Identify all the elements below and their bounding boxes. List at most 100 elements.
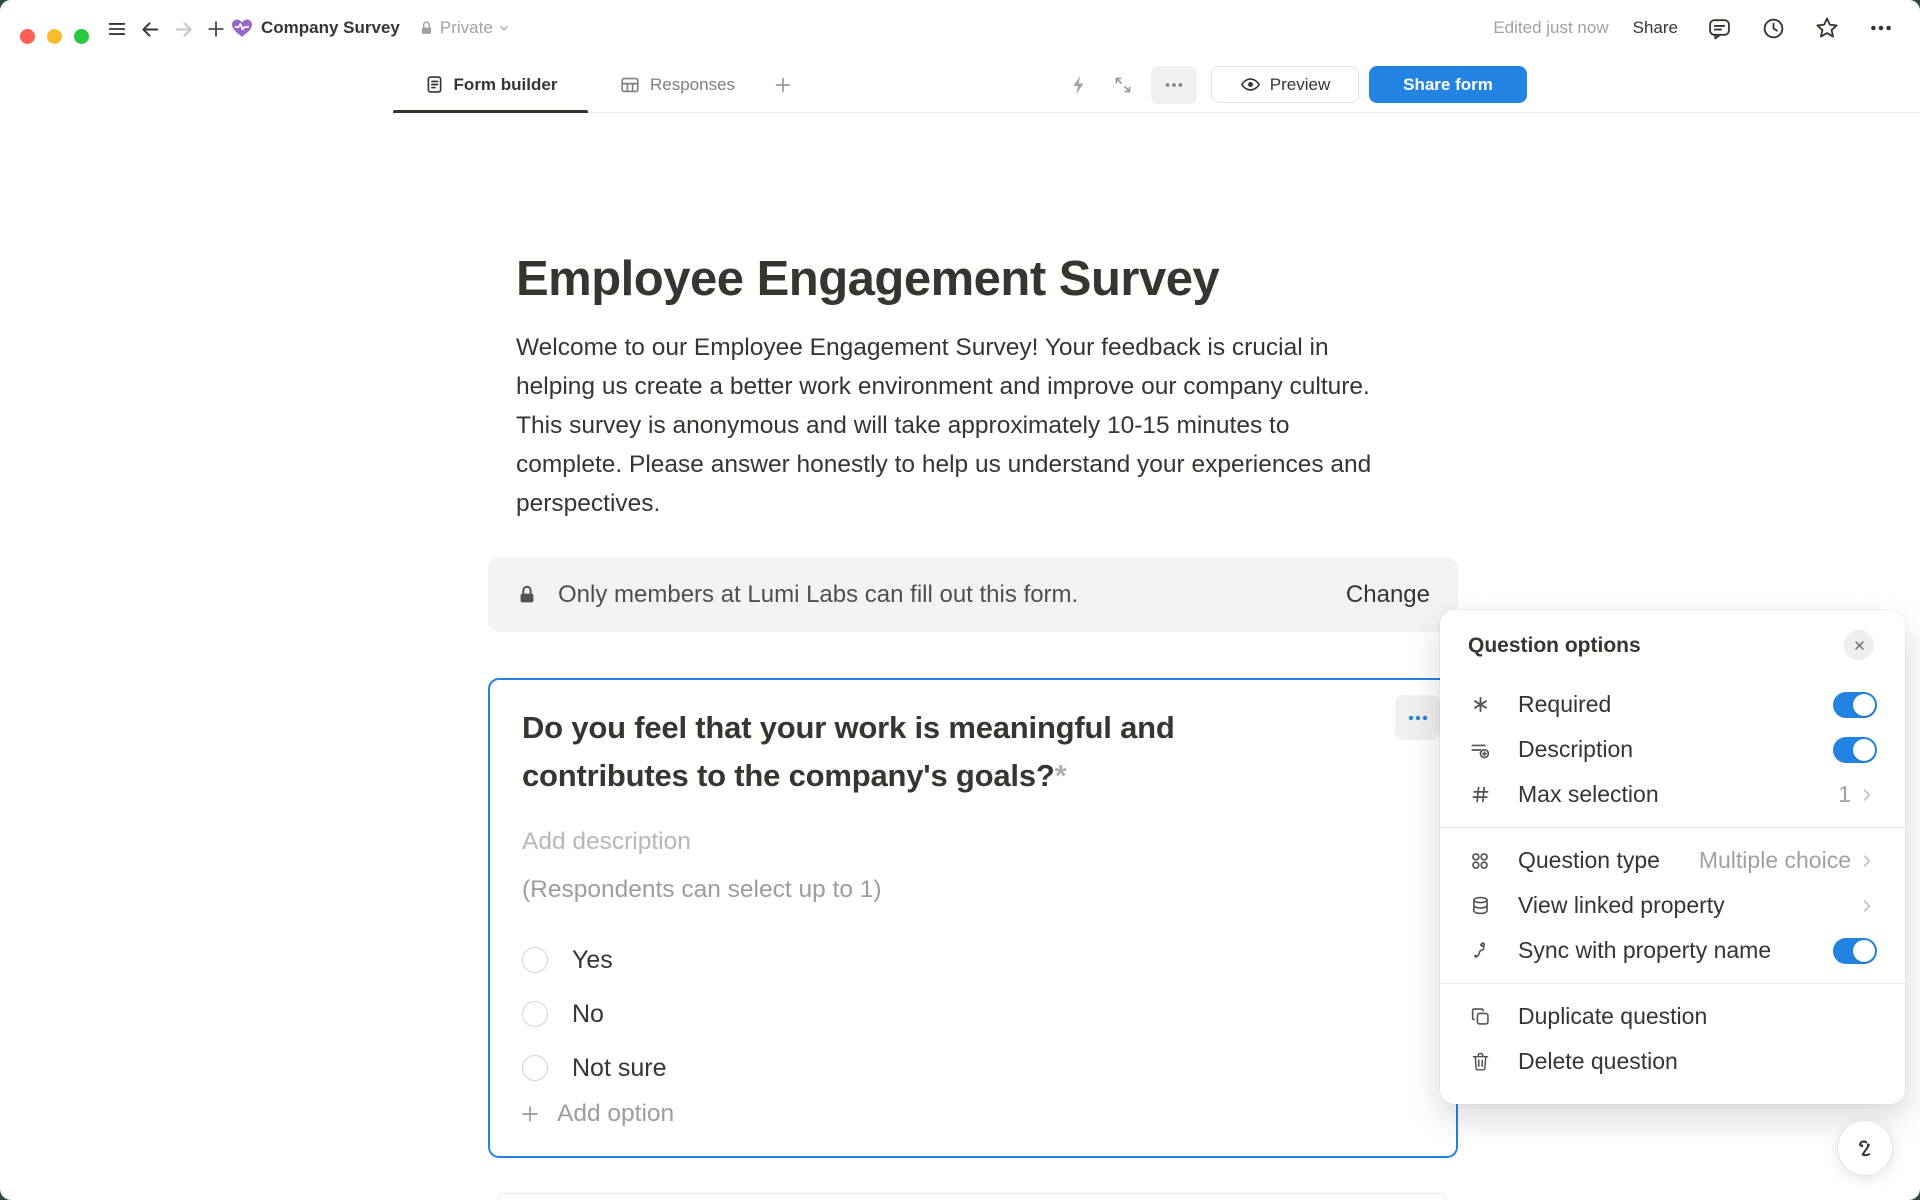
tab-form-builder[interactable]: Form builder	[393, 57, 588, 112]
menu-divider	[1440, 827, 1905, 828]
window-controls	[20, 29, 89, 44]
tab-responses[interactable]: Responses	[596, 57, 758, 112]
share-button[interactable]: Share	[1633, 18, 1678, 38]
required-toggle-on[interactable]	[1833, 692, 1877, 718]
option-row: Yes	[522, 933, 666, 987]
tab-responses-label: Responses	[650, 75, 735, 95]
favorite-star-icon[interactable]	[1814, 15, 1840, 41]
menu-item-max-selection[interactable]: Max selection 1	[1440, 772, 1905, 817]
question-type-value: Multiple choice	[1699, 847, 1851, 874]
zoom-window-button[interactable]	[74, 29, 89, 44]
option-label[interactable]: Not sure	[572, 1054, 666, 1083]
lock-icon	[516, 584, 538, 606]
sync-toggle-on[interactable]	[1833, 938, 1877, 964]
hash-icon	[1468, 783, 1492, 807]
responses-table-icon	[619, 74, 641, 96]
plus-icon	[519, 1103, 541, 1125]
radio-button[interactable]	[522, 947, 548, 973]
add-option-label: Add option	[557, 1100, 674, 1128]
add-option-button[interactable]: Add option	[519, 1100, 674, 1128]
menu-item-view-linked-property[interactable]: View linked property	[1440, 883, 1905, 928]
privacy-dropdown[interactable]: Private	[418, 18, 513, 38]
next-question-card-edge	[498, 1193, 1446, 1200]
menu-item-sync-property-name[interactable]: Sync with property name	[1440, 928, 1905, 973]
chevron-right-icon	[1857, 851, 1877, 871]
access-notice: Only members at Lumi Labs can fill out t…	[558, 581, 1346, 609]
max-selection-value: 1	[1838, 781, 1851, 808]
question-title[interactable]: Do you feel that your work is meaningful…	[522, 704, 1222, 800]
history-clock-icon[interactable]	[1760, 15, 1786, 41]
form-builder-icon	[424, 74, 445, 95]
chevron-right-icon	[1857, 785, 1877, 805]
comments-icon[interactable]	[1706, 15, 1732, 41]
add-view-button[interactable]	[766, 57, 800, 112]
menu-item-question-type[interactable]: Question type Multiple choice	[1440, 838, 1905, 883]
menu-item-duplicate-question[interactable]: Duplicate question	[1440, 994, 1905, 1039]
form-title[interactable]: Employee Engagement Survey	[516, 251, 1219, 307]
notion-ai-button[interactable]	[1837, 1120, 1893, 1176]
titlebar: Company Survey Private Edited just now S…	[0, 0, 1920, 57]
minimize-window-button[interactable]	[47, 29, 62, 44]
share-form-button[interactable]: Share form	[1369, 66, 1527, 103]
form-description-line: complete. Please answer honestly to help…	[516, 445, 1456, 484]
close-window-button[interactable]	[20, 29, 35, 44]
chevron-down-icon	[495, 19, 513, 37]
menu-item-delete-question[interactable]: Delete question	[1440, 1039, 1905, 1084]
question-options-popup: Question options Required Description	[1440, 610, 1905, 1104]
form-description[interactable]: Welcome to our Employee Engagement Surve…	[516, 328, 1456, 523]
expand-icon[interactable]	[1109, 71, 1137, 99]
required-asterisk: *	[1055, 758, 1067, 793]
popup-title: Question options	[1468, 634, 1641, 658]
option-row: No	[522, 987, 666, 1041]
tab-strip: Form builder Responses Preview	[0, 57, 1920, 113]
menu-divider	[1440, 983, 1905, 984]
app-window: Company Survey Private Edited just now S…	[0, 0, 1920, 1200]
menu-item-required[interactable]: Required	[1440, 682, 1905, 727]
options-list: Yes No Not sure	[522, 933, 666, 1095]
close-popup-button[interactable]	[1844, 630, 1874, 660]
sidebar-menu-icon[interactable]	[104, 16, 130, 42]
chevron-right-icon	[1857, 896, 1877, 916]
eye-icon	[1240, 74, 1261, 95]
page-icon-heart-pulse	[230, 16, 254, 40]
form-description-line: Welcome to our Employee Engagement Surve…	[516, 328, 1456, 367]
page-title-breadcrumb[interactable]: Company Survey	[261, 18, 400, 38]
tab-form-builder-label: Form builder	[454, 75, 558, 95]
question-card: Do you feel that your work is meaningful…	[488, 678, 1458, 1158]
question-options-button[interactable]	[1395, 695, 1440, 740]
plus-icon	[772, 74, 794, 96]
option-label[interactable]: No	[572, 1000, 604, 1029]
form-description-line: helping us create a better work environm…	[516, 367, 1456, 406]
option-label[interactable]: Yes	[572, 946, 613, 975]
question-type-grid-icon	[1468, 849, 1492, 873]
question-description-placeholder[interactable]: Add description	[522, 828, 691, 856]
description-icon	[1468, 738, 1492, 762]
radio-button[interactable]	[522, 1055, 548, 1081]
active-tab-underline	[393, 110, 588, 113]
radio-button[interactable]	[522, 1001, 548, 1027]
automations-lightning-icon[interactable]	[1065, 71, 1093, 99]
new-page-icon[interactable]	[203, 16, 229, 42]
option-row: Not sure	[522, 1041, 666, 1095]
menu-item-description[interactable]: Description	[1440, 727, 1905, 772]
selection-limit-hint: (Respondents can select up to 1)	[522, 876, 882, 904]
access-banner: Only members at Lumi Labs can fill out t…	[488, 558, 1458, 632]
ai-face-icon	[1850, 1133, 1880, 1163]
change-access-button[interactable]: Change	[1346, 581, 1430, 609]
tabstrip-divider	[393, 112, 1920, 113]
form-description-line: perspectives.	[516, 484, 1456, 523]
close-icon	[1851, 637, 1868, 654]
view-options-more-button[interactable]	[1151, 66, 1197, 104]
edited-status: Edited just now	[1493, 18, 1608, 38]
preview-button[interactable]: Preview	[1211, 66, 1359, 103]
sync-curve-icon	[1468, 939, 1492, 963]
back-icon[interactable]	[137, 16, 163, 42]
preview-label: Preview	[1270, 75, 1330, 95]
forward-icon[interactable]	[170, 16, 196, 42]
trash-icon	[1468, 1050, 1492, 1074]
share-form-label: Share form	[1403, 75, 1493, 95]
duplicate-icon	[1468, 1005, 1492, 1029]
description-toggle-on[interactable]	[1833, 737, 1877, 763]
more-options-icon[interactable]	[1868, 15, 1894, 41]
asterisk-icon	[1468, 693, 1492, 717]
